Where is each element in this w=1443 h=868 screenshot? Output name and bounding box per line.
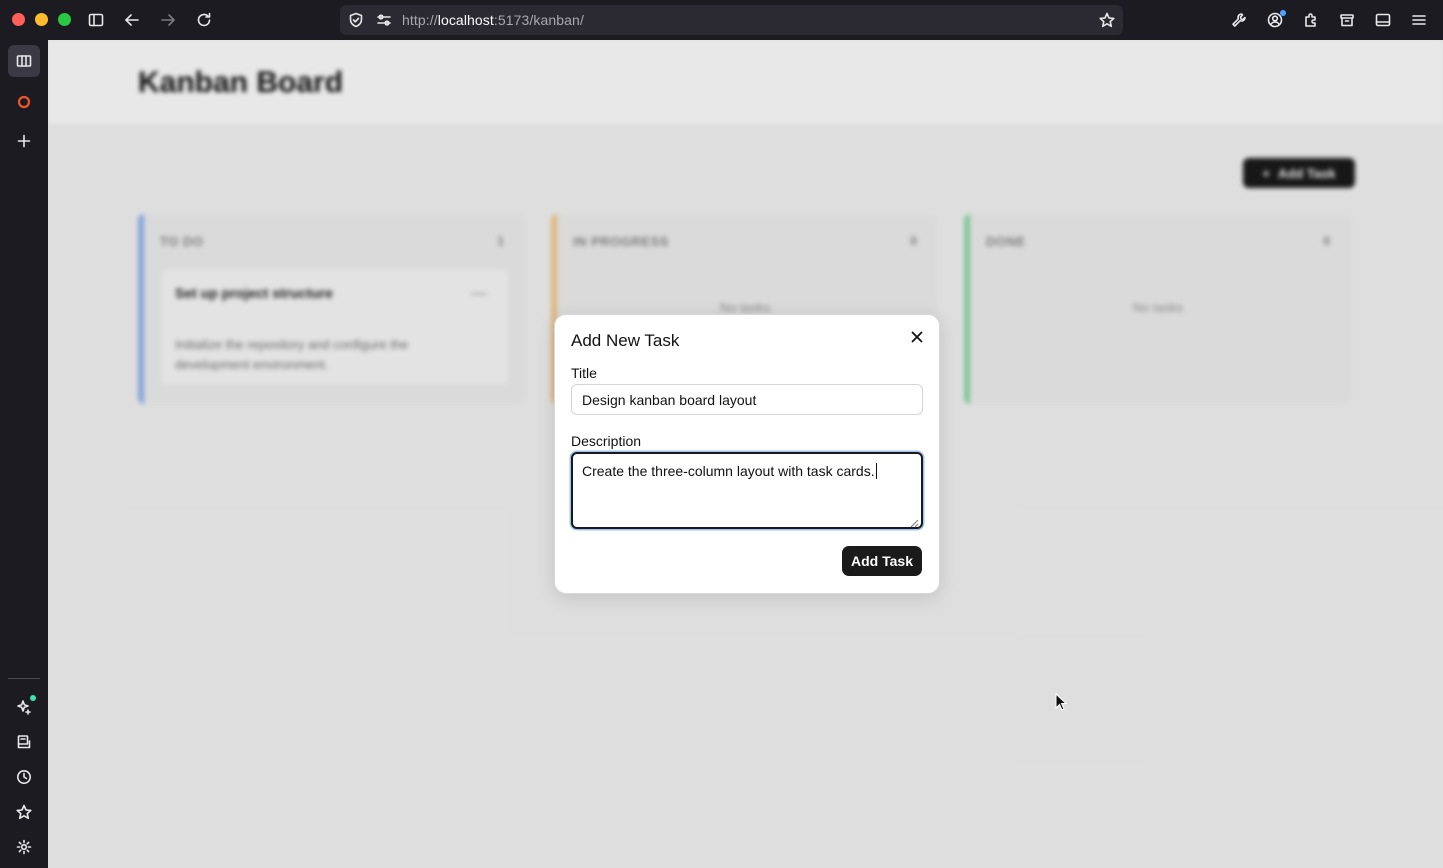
sidebar-toggle-icon[interactable] xyxy=(84,8,108,32)
title-field-label: Title xyxy=(571,365,597,381)
modal-title: Add New Task xyxy=(571,331,680,350)
back-icon[interactable] xyxy=(120,8,144,32)
title-input[interactable]: Design kanban board layout xyxy=(571,384,923,415)
account-icon[interactable] xyxy=(1263,8,1287,32)
ai-notification-dot xyxy=(30,695,36,701)
tab-kanban-icon[interactable] xyxy=(8,45,40,77)
browser-sidebar xyxy=(0,40,48,868)
description-textarea-value: Create the three-column layout with task… xyxy=(582,463,875,479)
add-task-submit-button[interactable]: Add Task xyxy=(842,546,922,576)
reader-icon[interactable] xyxy=(12,730,36,754)
browser-toolbar: http://localhost:5173/kanban/ xyxy=(0,0,1443,40)
ai-sparkle-icon[interactable] xyxy=(12,695,36,719)
settings-gear-icon[interactable] xyxy=(12,835,36,859)
url-host: localhost xyxy=(437,12,494,28)
new-tab-plus-icon[interactable] xyxy=(12,129,36,153)
close-icon[interactable] xyxy=(907,327,927,347)
site-settings-icon[interactable] xyxy=(372,8,396,32)
maximize-window-button[interactable] xyxy=(58,13,71,26)
sidebar-panel-icon[interactable] xyxy=(1371,8,1395,32)
url-text: http://localhost:5173/kanban/ xyxy=(402,12,584,28)
app-logo-icon[interactable] xyxy=(12,90,36,114)
address-bar[interactable]: http://localhost:5173/kanban/ xyxy=(340,5,1123,35)
shield-icon[interactable] xyxy=(344,8,368,32)
add-task-modal: Add New Task Title Design kanban board l… xyxy=(554,314,940,594)
bookmarks-star-icon[interactable] xyxy=(12,800,36,824)
extensions-icon[interactable] xyxy=(1299,8,1323,32)
page-viewport: Kanban Board + Add Task TO DO 1 Set up p… xyxy=(48,40,1443,868)
reload-icon[interactable] xyxy=(192,8,216,32)
bookmark-star-icon[interactable] xyxy=(1095,8,1119,32)
description-field-label: Description xyxy=(571,433,642,449)
menu-icon[interactable] xyxy=(1407,8,1431,32)
archive-icon[interactable] xyxy=(1335,8,1359,32)
mouse-cursor-icon xyxy=(1055,693,1067,711)
wrench-icon[interactable] xyxy=(1227,8,1251,32)
description-textarea[interactable]: Create the three-column layout with task… xyxy=(571,452,923,529)
sidebar-divider xyxy=(8,678,40,679)
url-path: :5173/kanban/ xyxy=(493,12,584,28)
title-input-value: Design kanban board layout xyxy=(582,391,757,408)
history-clock-icon[interactable] xyxy=(12,765,36,789)
account-notification-dot xyxy=(1280,10,1286,16)
text-caret xyxy=(875,463,877,479)
resize-handle-icon[interactable] xyxy=(909,515,919,528)
minimize-window-button[interactable] xyxy=(35,13,48,26)
url-prefix: http:// xyxy=(402,12,438,28)
close-window-button[interactable] xyxy=(12,13,25,26)
forward-icon[interactable] xyxy=(156,8,180,32)
